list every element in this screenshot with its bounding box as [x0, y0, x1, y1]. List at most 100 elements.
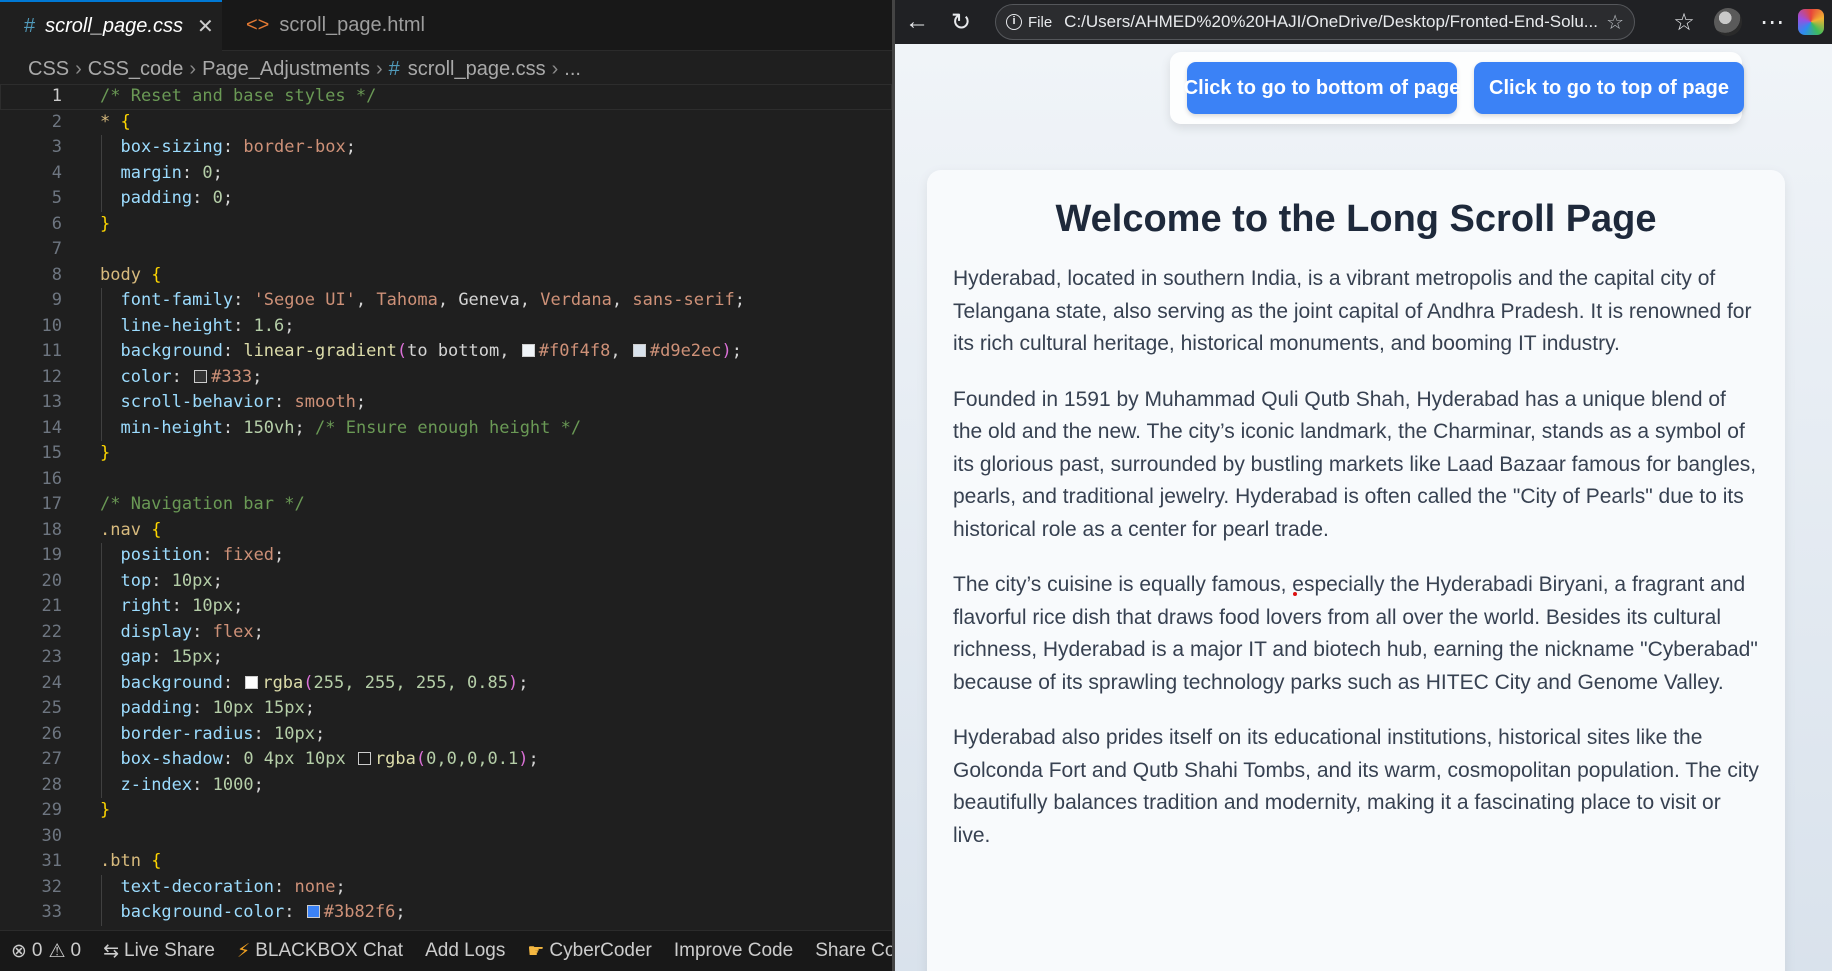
bolt-icon: ⚡ [236, 940, 251, 962]
favorites-icon[interactable]: ☆ [1662, 0, 1706, 44]
code-value: border-box [243, 137, 346, 157]
paragraph: Hyderabad, located in southern India, is… [953, 267, 1752, 355]
close-icon[interactable]: ✕ [197, 14, 214, 39]
code-line: 28 z-index: 1000; [0, 772, 892, 798]
code-line: 10 line-height: 1.6; [0, 313, 892, 339]
color-swatch[interactable] [306, 905, 320, 918]
code-value: 255, 255, 255, 0.85 [313, 672, 508, 693]
scroll-to-top-button[interactable]: Click to go to top of page [1474, 62, 1744, 114]
line-number: 31 [41, 851, 62, 871]
code-line: 32 text-decoration: none; [0, 874, 892, 900]
paragraph: Founded in 1591 by Muhammad Quli Qutb Sh… [953, 387, 1757, 541]
code-line: 22 display: flex; [0, 619, 892, 645]
code-value: #d9e2ec [649, 341, 722, 361]
line-number: 8 [51, 264, 62, 285]
code-comment: /* Reset and base styles */ [100, 86, 377, 106]
browser-toolbar: ← ↻ i File C:/Users/AHMED%20%20HAJI/OneD… [895, 0, 1832, 44]
refresh-icon[interactable]: ↻ [939, 0, 983, 44]
code-line: 6} [0, 212, 892, 238]
code-property: font-family [120, 290, 234, 310]
line-number: 4 [51, 162, 62, 183]
code-value: #333 [211, 366, 253, 387]
color-swatch[interactable] [357, 752, 371, 765]
code-line: 20 top: 10px; [0, 568, 892, 594]
back-arrow-icon[interactable]: ← [895, 0, 939, 44]
more-menu-icon[interactable]: ⋯ [1750, 0, 1794, 44]
improve-code-label: Improve Code [673, 940, 794, 961]
code-line: 29} [0, 798, 892, 824]
color-swatch[interactable] [245, 675, 259, 689]
live-share-button[interactable]: ⇆ Live Share [92, 931, 226, 971]
color-swatch[interactable] [194, 369, 208, 383]
code-line: 4 margin: 0; [0, 160, 892, 186]
url-text[interactable]: C:/Users/AHMED%20%20HAJI/OneDrive/Deskto… [1064, 12, 1598, 32]
problems-indicator[interactable]: ⊗ 0 ⚠ 0 [0, 931, 92, 971]
copilot-icon[interactable] [1798, 9, 1824, 35]
share-code-label: Share Code L [815, 940, 892, 961]
line-number: 30 [41, 825, 62, 846]
cybercoder-label: CyberCoder [549, 940, 652, 961]
add-logs-button[interactable]: Add Logs [414, 931, 516, 971]
code-comment: /* Navigation bar */ [100, 494, 305, 514]
line-number: 10 [41, 315, 62, 336]
live-share-icon: ⇆ [103, 940, 120, 962]
paragraph: Hyderabad also prides itself on its educ… [953, 726, 1759, 847]
code-selector: .nav [100, 519, 141, 540]
chevron-right-icon: › [551, 57, 559, 80]
code-editor[interactable]: # scroll_page.css ✕ <> scroll_page.html … [0, 0, 892, 971]
breadcrumb-item[interactable]: CSS_code [88, 58, 184, 81]
site-info-button[interactable]: i File [1006, 14, 1052, 31]
line-number: 33 [41, 902, 62, 922]
tab-scroll-page-css[interactable]: # scroll_page.css ✕ [0, 0, 222, 51]
code-value: #3b82f6 [323, 902, 396, 922]
breadcrumb-item[interactable]: Page_Adjustments [202, 58, 370, 81]
status-bar: ⊗ 0 ⚠ 0 ⇆ Live Share ⚡ BLACKBOX Chat Add… [0, 930, 892, 971]
code-property: z-index [120, 774, 193, 795]
code-line: 25 padding: 10px 15px; [0, 696, 892, 722]
breadcrumb-item[interactable]: scroll_page.css [408, 58, 546, 81]
live-share-label: Live Share [124, 940, 215, 961]
share-code-button[interactable]: Share Code L [804, 931, 892, 971]
color-swatch[interactable] [521, 344, 535, 357]
line-number: 15 [41, 443, 62, 463]
html-file-icon: <> [246, 14, 270, 36]
code-property: background [120, 672, 223, 693]
breadcrumb-item[interactable]: ... [564, 58, 581, 81]
code-area[interactable]: 1/* Reset and base styles */ 2 * { 3 box-… [0, 84, 892, 930]
code-line: 23 gap: 15px; [0, 645, 892, 671]
line-number: 7 [51, 239, 62, 259]
cybercoder-button[interactable]: ☛ CyberCoder [516, 931, 662, 971]
line-number: 20 [41, 570, 62, 591]
line-number: 24 [41, 672, 62, 693]
blackbox-chat-button[interactable]: ⚡ BLACKBOX Chat [226, 931, 414, 971]
code-selector: body [100, 264, 141, 285]
code-value: 0 [212, 188, 223, 208]
page-viewport[interactable]: Click to go to bottom of page Click to g… [895, 44, 1832, 971]
code-line: 18 .nav { [0, 518, 892, 544]
line-number: 28 [41, 774, 62, 795]
star-icon[interactable]: ☆ [1606, 10, 1624, 35]
improve-code-button[interactable]: Improve Code [663, 931, 804, 971]
tab-label: scroll_page.html [279, 14, 425, 36]
code-function: rgba [374, 749, 416, 769]
warning-icon: ⚠ [48, 940, 66, 962]
line-number: 29 [41, 800, 62, 820]
line-number: 21 [41, 596, 62, 616]
code-function: linear-gradient [243, 341, 397, 361]
avatar[interactable] [1714, 8, 1742, 36]
code-line: 13 scroll-behavior: smooth; [0, 390, 892, 416]
color-swatch[interactable] [632, 344, 646, 357]
code-property: scroll-behavior [120, 392, 275, 412]
breadcrumb-item[interactable]: CSS [28, 58, 69, 81]
code-value: 0 [202, 162, 213, 183]
address-bar[interactable]: i File C:/Users/AHMED%20%20HAJI/OneDrive… [995, 4, 1635, 40]
blackbox-chat-label: BLACKBOX Chat [255, 940, 404, 961]
scroll-to-bottom-button[interactable]: Click to go to bottom of page [1184, 62, 1460, 114]
code-property: gap [120, 647, 152, 667]
tab-scroll-page-html[interactable]: <> scroll_page.html [222, 0, 444, 51]
code-property: background [120, 341, 223, 361]
code-property: border-radius [120, 723, 254, 744]
code-property: line-height [120, 315, 234, 336]
line-number: 18 [41, 519, 62, 540]
code-value: 1.6 [253, 315, 285, 336]
